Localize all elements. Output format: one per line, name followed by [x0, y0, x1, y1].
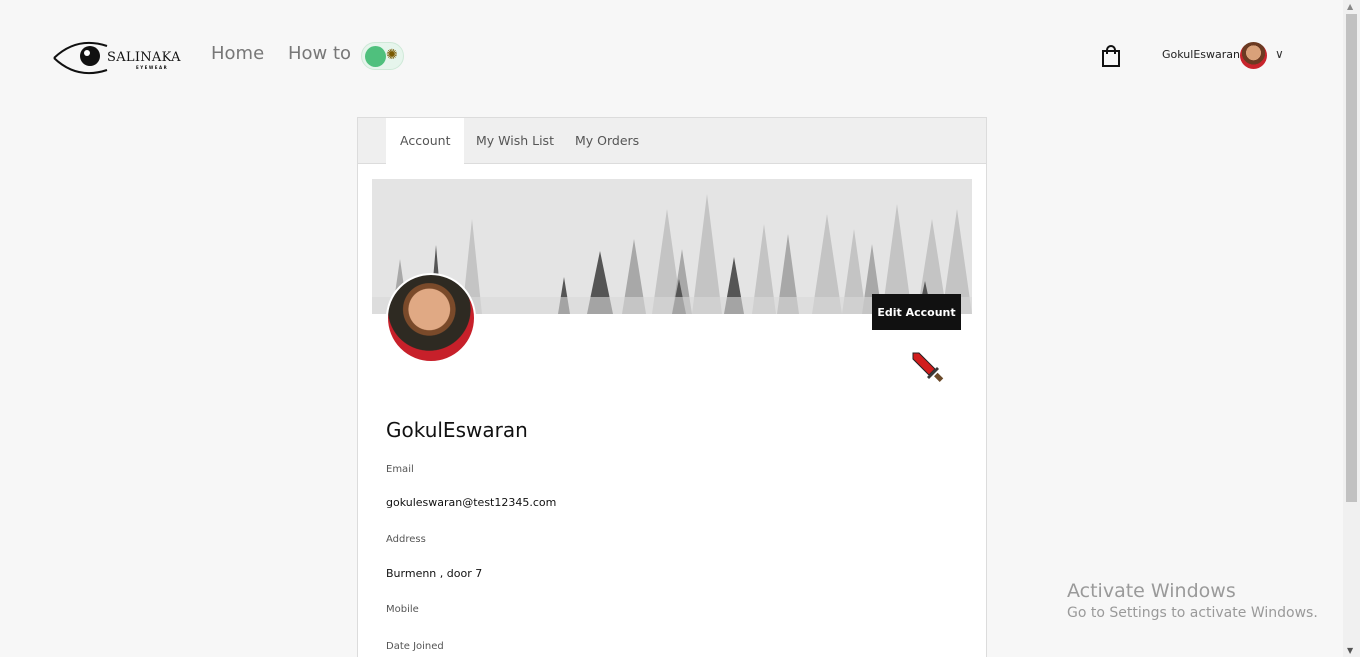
date-joined-label: Date Joined [386, 641, 444, 652]
sun-icon: ✺ [386, 47, 398, 63]
address-label: Address [386, 534, 426, 545]
tab-orders[interactable]: My Orders [561, 118, 653, 164]
theme-toggle[interactable]: ✺ [361, 42, 404, 70]
account-card: Account My Wish List My Orders Edit Acco… [357, 117, 987, 657]
edit-account-button[interactable]: Edit Account [872, 294, 961, 330]
scroll-up-arrow-icon[interactable]: ▲ [1347, 2, 1353, 11]
sword-icon [912, 352, 944, 382]
profile-name: GokulEswaran [386, 418, 528, 442]
email-value: gokuleswaran@test12345.com [386, 496, 557, 509]
eye-logo-icon [53, 42, 108, 74]
avatar[interactable] [1240, 42, 1267, 69]
header-user-name[interactable]: GokulEswaran [1162, 48, 1240, 61]
profile-avatar [386, 273, 476, 363]
logo-subtext: EYEWEAR [136, 65, 169, 70]
tab-wish-list[interactable]: My Wish List [462, 118, 568, 164]
scroll-down-arrow-icon[interactable]: ▼ [1347, 646, 1353, 655]
scroll-thumb[interactable] [1346, 14, 1357, 502]
brand-logo[interactable]: SALINAKA EYEWEAR [52, 38, 181, 78]
page-scrollbar[interactable]: ▲ ▼ [1343, 0, 1360, 657]
chevron-down-icon[interactable]: ∨ [1275, 47, 1284, 61]
nav-howto-link[interactable]: How to [288, 43, 351, 64]
shopping-bag-icon[interactable] [1101, 45, 1121, 67]
mobile-label: Mobile [386, 604, 419, 615]
toggle-knob [365, 46, 386, 67]
activation-watermark-title: Activate Windows [1067, 580, 1236, 602]
activation-watermark-subtitle: Go to Settings to activate Windows. [1067, 605, 1318, 621]
nav-home-link[interactable]: Home [211, 43, 264, 64]
logo-text: SALINAKA [107, 50, 181, 65]
tab-bar: Account My Wish List My Orders [358, 118, 986, 165]
email-label: Email [386, 464, 414, 475]
address-value: Burmenn , door 7 [386, 567, 483, 580]
tab-account[interactable]: Account [386, 118, 465, 165]
